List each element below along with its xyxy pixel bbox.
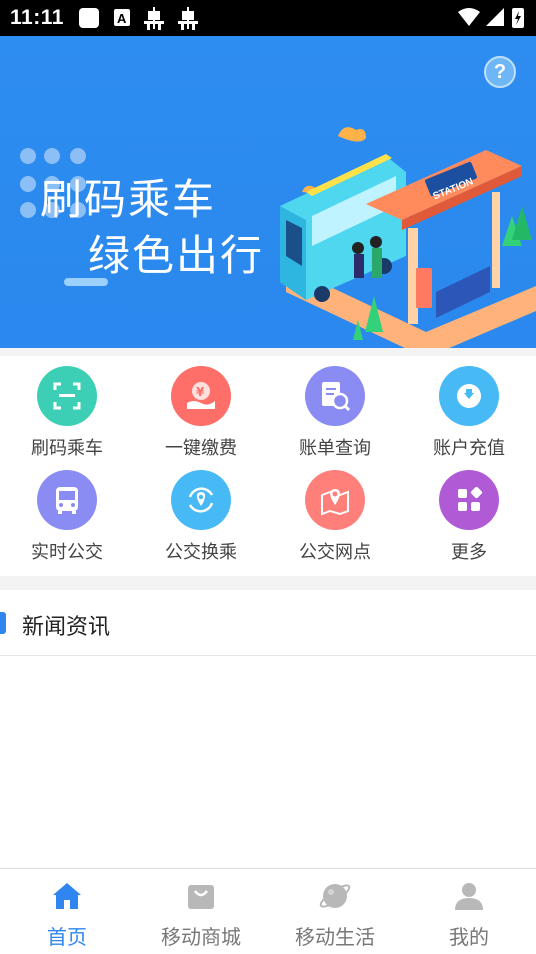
- grid-item-bus-transfer[interactable]: 公交换乘: [134, 460, 268, 564]
- tab-label: 首页: [47, 925, 87, 949]
- banner-dash-decoration: [64, 278, 108, 286]
- grid-item-scan-ride[interactable]: 刷码乘车: [0, 356, 134, 460]
- news-section-title: 新闻资讯: [22, 615, 111, 640]
- map-pin-icon: [305, 470, 365, 530]
- grid-item-label: 账户充值: [433, 438, 505, 459]
- transfer-location-icon: [171, 470, 231, 530]
- grid-item-label: 刷码乘车: [31, 438, 103, 459]
- svg-text:¥: ¥: [196, 385, 205, 399]
- grid-item-label: 公交网点: [299, 542, 371, 563]
- grid-item-account-recharge[interactable]: 账户充值: [402, 356, 536, 460]
- bottom-tab-bar: 首页 移动商城 移动生活 我的: [0, 868, 536, 954]
- battery-charging-icon: [512, 8, 524, 28]
- status-bar: 11:11 A: [0, 0, 536, 36]
- section-divider: [0, 576, 536, 590]
- home-icon: [53, 883, 81, 909]
- grid-item-realtime-bus[interactable]: 实时公交: [0, 460, 134, 564]
- a-letter-icon: A: [112, 7, 132, 33]
- tab-label: 移动生活: [295, 925, 375, 949]
- grid-item-label: 一键缴费: [165, 438, 237, 459]
- section-divider: [0, 348, 536, 356]
- user-icon: [455, 883, 483, 910]
- wifi-icon: [458, 8, 480, 26]
- function-grid: 刷码乘车 ¥ 一键缴费 账单查询 账户充值 实时公交 公交换乘 公交网点 更多: [0, 356, 536, 576]
- tab-label: 我的: [449, 925, 489, 949]
- more-grid-icon: [439, 470, 499, 530]
- grid-item-one-click-pay[interactable]: ¥ 一键缴费: [134, 356, 268, 460]
- cell-signal-icon: [486, 8, 504, 26]
- tab-mobile-life[interactable]: 移动生活: [268, 869, 402, 954]
- shopping-bag-icon: [188, 885, 214, 909]
- section-accent-bar: [0, 612, 6, 634]
- promo-banner[interactable]: 刷码乘车 绿色出行 STATION ?: [0, 36, 536, 348]
- status-time: 11:11: [10, 6, 64, 29]
- yuan-pay-icon: ¥: [171, 366, 231, 426]
- recharge-icon: [439, 366, 499, 426]
- bug-icon: [176, 7, 200, 35]
- notification-square-icon: [78, 7, 100, 33]
- tab-mine[interactable]: 我的: [402, 869, 536, 954]
- tab-label: 移动商城: [161, 925, 241, 949]
- scan-code-icon: [37, 366, 97, 426]
- bus-icon: [37, 470, 97, 530]
- grid-item-label: 公交换乘: [165, 542, 237, 563]
- planet-icon: [319, 884, 351, 908]
- bus-station-illustration: STATION: [280, 127, 536, 348]
- grid-item-bus-outlets[interactable]: 公交网点: [268, 460, 402, 564]
- help-button[interactable]: ?: [484, 56, 516, 88]
- bill-search-icon: [305, 366, 365, 426]
- status-indicators: [456, 6, 528, 30]
- svg-text:A: A: [117, 11, 127, 26]
- grid-item-label: 更多: [451, 542, 487, 563]
- grid-item-label: 账单查询: [299, 438, 371, 459]
- tab-mobile-mall[interactable]: 移动商城: [134, 869, 268, 954]
- grid-item-label: 实时公交: [31, 542, 103, 563]
- bug-icon: [142, 7, 166, 35]
- grid-item-bill-query[interactable]: 账单查询: [268, 356, 402, 460]
- banner-subheadline: 绿色出行: [88, 231, 265, 280]
- tab-home[interactable]: 首页: [0, 869, 134, 954]
- news-section-header[interactable]: 新闻资讯: [0, 590, 536, 656]
- banner-headline: 刷码乘车: [40, 175, 217, 224]
- grid-item-more[interactable]: 更多: [402, 460, 536, 564]
